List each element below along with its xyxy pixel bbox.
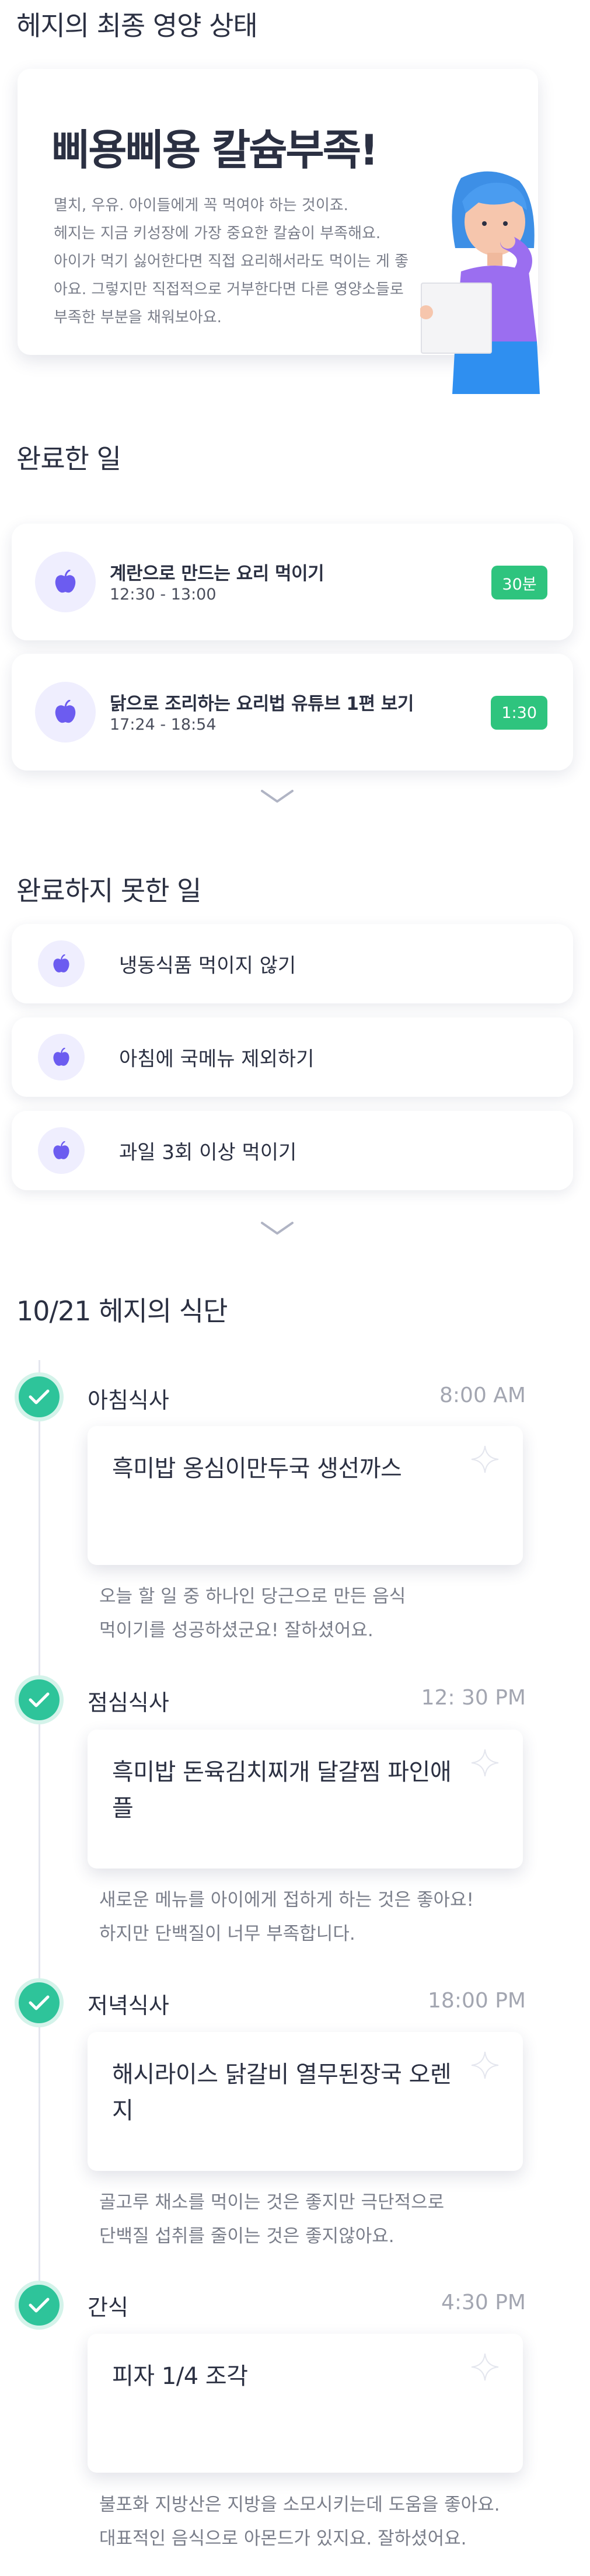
meal-card[interactable]: 해시라이스 닭갈비 열무된장국 오렌지: [88, 2032, 523, 2171]
apple-icon: [35, 682, 96, 743]
duration-badge: 1:30: [491, 696, 547, 730]
undone-task-card[interactable]: 냉동식품 먹이지 않기: [12, 924, 573, 1003]
undone-task-card[interactable]: 과일 3회 이상 먹이기: [12, 1111, 573, 1190]
meal-comment: 오늘 할 일 중 하나인 당근으로 만든 음식 먹이기를 성공하셨군요! 잘하셨…: [99, 1580, 543, 1647]
apple-icon: [38, 1034, 85, 1080]
task-time: 12:30 - 13:00: [110, 585, 217, 604]
meal-title: 저녁식사: [88, 1993, 169, 2019]
check-icon: [19, 2285, 60, 2326]
status-line: 아요. 그렇지만 직접적으로 거부한다면 다른 영양소들로: [54, 281, 404, 298]
meal-time: 18:00 PM: [428, 1989, 526, 2013]
meal-time: 12: 30 PM: [421, 1686, 526, 1710]
comment-line: 먹이기를 성공하셨군요! 잘하셨어요.: [99, 1620, 373, 1641]
comment-line: 골고루 채소를 먹이는 것은 좋지만 극단적으로: [99, 2192, 445, 2213]
task-title: 과일 3회 이상 먹이기: [119, 1141, 297, 1165]
status-section-title: 헤지의 최종 영양 상태: [16, 10, 258, 41]
meal-time: 8:00 AM: [439, 1383, 526, 1407]
task-time: 17:24 - 18:54: [110, 716, 217, 734]
comment-line: 대표적인 음식으로 아몬드가 있지요. 잘하셨어요.: [99, 2528, 467, 2549]
meal-menu: 해시라이스 닭갈비 열무된장국 오렌지: [112, 2061, 452, 2124]
status-line: 헤지는 지금 키성장에 가장 중요한 칼슘이 부족해요.: [54, 225, 381, 242]
duration-badge: 30분: [491, 566, 547, 599]
undone-task-card[interactable]: 아침에 국메뉴 제외하기: [12, 1017, 573, 1097]
comment-line: 오늘 할 일 중 하나인 당근으로 만든 음식: [99, 1586, 406, 1607]
undone-section-title: 완료하지 못한 일: [16, 875, 201, 907]
comment-line: 불포화 지방산은 지방을 소모시키는데 도움을 좋아요.: [99, 2494, 500, 2515]
task-title: 아침에 국메뉴 제외하기: [119, 1047, 315, 1071]
apple-icon: [38, 1127, 85, 1174]
comment-line: 하지만 단백질이 너무 부족합니다.: [99, 1923, 355, 1944]
sparkle-star-icon[interactable]: [468, 2048, 502, 2082]
meal-title: 아침식사: [88, 1388, 169, 1413]
meal-time: 4:30 PM: [441, 2291, 526, 2314]
meal-title: 간식: [88, 2295, 128, 2320]
meal-menu: 피자 1/4 조각: [112, 2363, 248, 2390]
meal-comment: 불포화 지방산은 지방을 소모시키는데 도움을 좋아요. 대표적인 음식으로 아…: [99, 2488, 543, 2556]
sparkle-star-icon[interactable]: [468, 1746, 502, 1780]
mascot-illustration: [420, 171, 540, 394]
status-line: 부족한 부분을 채워보아요.: [54, 309, 222, 326]
apple-icon: [38, 940, 85, 987]
done-expand-button[interactable]: [260, 787, 295, 806]
check-icon: [19, 1982, 60, 2023]
meal-comment: 골고루 채소를 먹이는 것은 좋지만 극단적으로 단백질 섭취를 줄이는 것은 …: [99, 2185, 543, 2253]
done-task-card[interactable]: 닭으로 조리하는 요리법 유튜브 1편 보기 17:24 - 18:54 1:3…: [12, 654, 573, 771]
task-title: 계란으로 만드는 요리 먹이기: [110, 563, 324, 584]
meal-title: 점심식사: [88, 1690, 169, 1716]
comment-line: 새로운 메뉴를 아이에게 접하게 하는 것은 좋아요!: [99, 1890, 474, 1911]
undone-expand-button[interactable]: [260, 1219, 295, 1238]
status-description: 멸치, 우유. 아이들에게 꼭 먹여야 하는 것이죠. 헤지는 지금 키성장에 …: [54, 191, 474, 332]
task-title: 닭으로 조리하는 요리법 유튜브 1편 보기: [110, 693, 414, 714]
comment-line: 단백질 섭취를 줄이는 것은 좋지않아요.: [99, 2226, 395, 2247]
status-line: 멸치, 우유. 아이들에게 꼭 먹여야 하는 것이죠.: [54, 197, 348, 214]
meal-card[interactable]: 흑미밥 옹심이만두국 생선까스: [88, 1426, 523, 1565]
meal-menu: 흑미밥 돈육김치찌개 달걀찜 파인애플: [112, 1759, 452, 1822]
done-task-card[interactable]: 계란으로 만드는 요리 먹이기 12:30 - 13:00 30분: [12, 524, 573, 640]
diet-section-title: 10/21 헤지의 식단: [16, 1295, 228, 1327]
meal-menu: 흑미밥 옹심이만두국 생선까스: [112, 1455, 402, 1482]
task-title: 냉동식품 먹이지 않기: [119, 954, 296, 978]
meal-card[interactable]: 피자 1/4 조각: [88, 2334, 523, 2473]
sparkle-star-icon[interactable]: [468, 1442, 502, 1476]
check-icon: [19, 1376, 60, 1417]
done-section-title: 완료한 일: [16, 443, 121, 475]
sparkle-star-icon[interactable]: [468, 2350, 502, 2384]
timeline-line: [39, 1360, 40, 2317]
apple-icon: [35, 552, 96, 612]
chevron-down-icon: [261, 1222, 294, 1235]
meal-card[interactable]: 흑미밥 돈육김치찌개 달걀찜 파인애플: [88, 1730, 523, 1869]
chevron-down-icon: [261, 790, 294, 803]
meal-comment: 새로운 메뉴를 아이에게 접하게 하는 것은 좋아요! 하지만 단백질이 너무 …: [99, 1883, 543, 1951]
status-line: 아이가 먹기 싫어한다면 직접 요리해서라도 먹이는 게 좋: [54, 253, 409, 270]
check-icon: [19, 1679, 60, 1720]
status-headline: 삐용삐용 칼슘부족!: [51, 126, 379, 175]
